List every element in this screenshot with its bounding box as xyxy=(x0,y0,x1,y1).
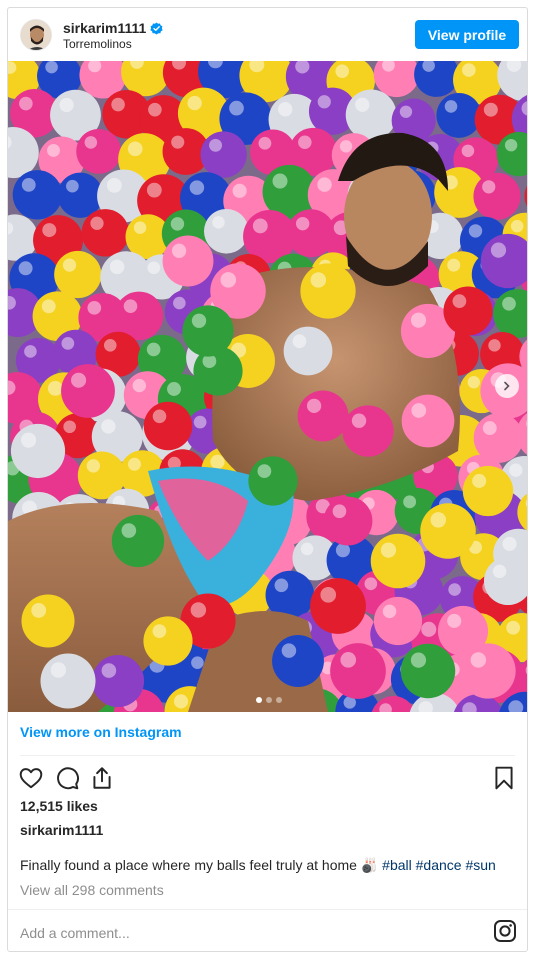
verified-badge-icon xyxy=(150,22,163,35)
caption-author[interactable]: sirkarim1111 xyxy=(20,822,103,838)
view-profile-button[interactable]: View profile xyxy=(415,20,519,49)
caption: Finally found a place where my balls fee… xyxy=(20,857,496,874)
comment-bubble-icon[interactable] xyxy=(54,765,80,791)
action-bar xyxy=(8,763,527,795)
divider xyxy=(8,909,527,910)
carousel-dots xyxy=(8,697,527,703)
divider xyxy=(20,755,515,756)
view-more-link[interactable]: View more on Instagram xyxy=(20,724,182,740)
avatar[interactable] xyxy=(20,19,52,51)
username[interactable]: sirkarim1111 xyxy=(63,20,146,36)
view-all-comments-link[interactable]: View all 298 comments xyxy=(20,882,164,898)
hashtag[interactable]: #dance xyxy=(416,857,462,873)
instagram-embed-card: sirkarim1111 Torremolinos View profile V… xyxy=(7,7,528,952)
hashtag[interactable]: #sun xyxy=(465,857,495,873)
likes-count[interactable]: 12,515 likes xyxy=(20,798,98,814)
hashtag[interactable]: #ball xyxy=(382,857,412,873)
carousel-dot xyxy=(265,697,272,703)
add-comment-input[interactable]: Add a comment... xyxy=(20,925,130,941)
instagram-logo-icon[interactable] xyxy=(493,919,517,943)
location[interactable]: Torremolinos xyxy=(63,37,132,51)
caption-text: Finally found a place where my balls fee… xyxy=(20,857,383,873)
bookmark-icon[interactable] xyxy=(491,765,517,791)
post-header: sirkarim1111 Torremolinos View profile xyxy=(8,8,527,61)
next-photo-button[interactable] xyxy=(495,374,519,398)
carousel-dot xyxy=(255,697,262,703)
heart-icon[interactable] xyxy=(18,765,44,791)
chevron-right-icon xyxy=(504,381,510,391)
carousel-dot xyxy=(275,697,282,703)
username-row: sirkarim1111 xyxy=(63,20,163,36)
ball-pit-photo xyxy=(8,61,527,712)
share-icon[interactable] xyxy=(89,765,115,791)
post-photo[interactable] xyxy=(8,61,527,712)
